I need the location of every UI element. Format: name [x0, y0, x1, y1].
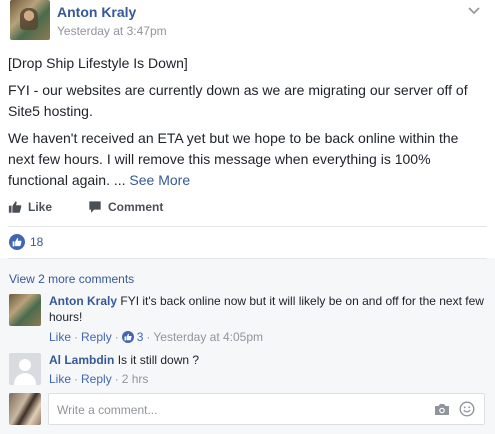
reaction-count: 18 — [30, 235, 44, 249]
commenter-avatar[interactable] — [9, 294, 41, 326]
like-reaction-icon — [121, 331, 134, 343]
separator-dot: · — [114, 330, 119, 344]
divider — [8, 258, 487, 259]
comment-button[interactable]: Comment — [88, 200, 163, 214]
like-button-label: Like — [28, 200, 53, 214]
comment-meta: Like · Reply · 3 · Yesterday at 4:05pm — [49, 330, 263, 344]
emoji-icon[interactable] — [459, 401, 475, 417]
comment-text: Is it still down ? — [117, 353, 200, 367]
comment-input[interactable] — [55, 394, 419, 426]
comment-timestamp[interactable]: Yesterday at 4:05pm — [153, 330, 263, 344]
post-author-name[interactable]: Anton Kraly — [57, 4, 136, 20]
comment-reply-link[interactable]: Reply — [81, 330, 112, 344]
post-paragraph: We haven't received an ETA yet but we ho… — [8, 128, 486, 191]
comment-item: Anton Kraly FYI it's back online now but… — [9, 294, 487, 348]
like-button[interactable]: Like — [8, 200, 52, 214]
comment-item: Al Lambdin Is it still down ? Like · Rep… — [9, 353, 487, 389]
separator-dot: · — [114, 372, 119, 386]
post-paragraph-text: We haven't received an ETA yet but we ho… — [8, 130, 459, 188]
comment-reply-link[interactable]: Reply — [81, 372, 112, 386]
comment-body: Al Lambdin Is it still down ? — [49, 352, 489, 368]
comment-bubble-icon — [89, 201, 101, 213]
reactions-summary[interactable]: 18 — [9, 234, 43, 250]
write-comment-box[interactable] — [48, 393, 485, 426]
post-timestamp[interactable]: Yesterday at 3:47pm — [57, 24, 167, 38]
post-paragraph: FYI - our websites are currently down as… — [8, 82, 468, 119]
comment-reaction-count[interactable]: 3 — [137, 330, 144, 344]
comment-button-label: Comment — [108, 200, 164, 214]
camera-icon[interactable] — [434, 401, 450, 417]
post-paragraph: [Drop Ship Lifestyle Is Down] — [8, 55, 188, 71]
comment-meta: Like · Reply · 2 hrs — [49, 372, 148, 386]
like-reaction-icon — [9, 234, 25, 250]
view-more-comments-link[interactable]: View 2 more comments — [9, 272, 134, 286]
commenter-avatar[interactable] — [9, 353, 41, 385]
separator-dot: · — [74, 330, 79, 344]
thumbs-up-icon — [8, 201, 22, 213]
comment-like-link[interactable]: Like — [49, 372, 71, 386]
post-body: [Drop Ship Lifestyle Is Down] FYI - our … — [8, 53, 486, 199]
separator-dot: · — [74, 372, 79, 386]
comment-like-link[interactable]: Like — [49, 330, 71, 344]
commenter-name[interactable]: Al Lambdin — [49, 353, 114, 367]
current-user-avatar — [9, 393, 41, 425]
post-action-bar: Like Comment — [8, 196, 199, 218]
author-avatar[interactable] — [10, 0, 50, 40]
divider — [8, 226, 487, 227]
see-more-link[interactable]: See More — [129, 172, 190, 188]
chevron-down-icon[interactable] — [465, 4, 483, 18]
comment-timestamp[interactable]: 2 hrs — [122, 372, 149, 386]
commenter-name[interactable]: Anton Kraly — [49, 294, 117, 308]
comment-body: Anton Kraly FYI it's back online now but… — [49, 293, 489, 325]
facebook-post: Anton Kraly Yesterday at 3:47pm [Drop Sh… — [0, 0, 495, 434]
separator-dot: · — [146, 330, 151, 344]
